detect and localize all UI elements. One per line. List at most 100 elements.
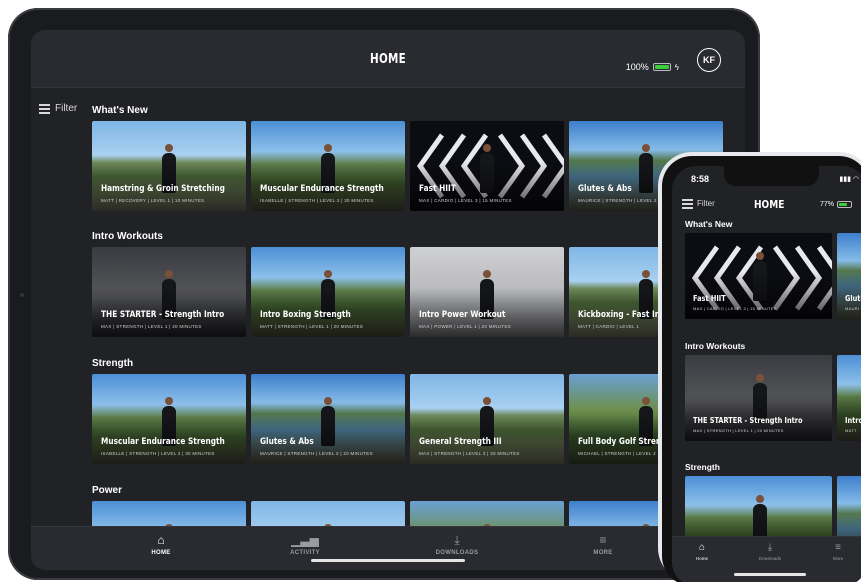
tab-downloads[interactable]: ⤓ DOWNLOADS bbox=[417, 533, 497, 556]
tab-downloads[interactable]: ⤓ Downloads bbox=[750, 542, 790, 561]
workout-meta: MAX | STRENGTH | LEVEL 1 | 20 MINUTES bbox=[101, 324, 202, 329]
workout-meta: MAX | CARDIO | LEVEL 3 | 15 MINUTES bbox=[693, 306, 777, 311]
workout-meta: MATT | STRENGTH | LEVEL 1 | 20 MINUTES bbox=[260, 324, 364, 329]
avatar[interactable]: KF bbox=[697, 48, 721, 72]
tab-home[interactable]: ⌂ Home bbox=[682, 542, 722, 561]
tab-bar: ⌂ Home ⤓ Downloads ≡ More bbox=[672, 536, 861, 582]
iphone-screen: 8:58 ▮▮▮ ◠ Filter HOME 77% What's New Fas… bbox=[672, 166, 861, 582]
workout-meta: MAX | STRENGTH | LEVEL 3 | 20 MINUTES bbox=[419, 451, 520, 456]
more-icon: ≡ bbox=[599, 533, 607, 547]
workout-title: Hamstring & Groin Stretching bbox=[101, 184, 225, 194]
device-mockup: HOME 100% ϟ KF Filter What's New Hamstrin… bbox=[0, 0, 861, 582]
section-title: Intro Workouts bbox=[92, 231, 163, 242]
iphone-bezel: 8:58 ▮▮▮ ◠ Filter HOME 77% What's New Fas… bbox=[662, 156, 861, 582]
tab-activity[interactable]: ▁▃▅ ACTIVITY bbox=[265, 533, 345, 556]
tab-label: Home bbox=[695, 556, 708, 561]
signal-wifi-icon: ▮▮▮ ◠ bbox=[839, 176, 859, 183]
workout-card[interactable]: Intro Power Workout MAX | POWER | LEVEL 1… bbox=[410, 247, 564, 337]
tab-more[interactable]: ≡ MORE bbox=[563, 533, 643, 556]
home-indicator bbox=[734, 573, 806, 576]
workout-meta: MAURICE | STRENGTH | LEVEL 2 | 20 MINUTE… bbox=[260, 451, 373, 456]
battery-status: 77% bbox=[820, 201, 853, 208]
workout-carousel[interactable]: Hamstring & Groin Stretching MATT | RECOV… bbox=[92, 121, 723, 211]
filter-button[interactable]: Filter bbox=[39, 103, 77, 114]
workout-title: Glute bbox=[845, 294, 861, 303]
download-icon: ⤓ bbox=[454, 533, 460, 547]
download-icon: ⤓ bbox=[767, 542, 773, 553]
tab-more[interactable]: ≡ More bbox=[818, 542, 858, 561]
workout-meta: ISABELLE | STRENGTH | LEVEL 2 | 30 MINUT… bbox=[260, 198, 374, 203]
section-title: What's New bbox=[685, 219, 733, 229]
more-icon: ≡ bbox=[835, 542, 841, 553]
workout-carousel[interactable]: Muscular Endurance Strength ISABELLE | ST… bbox=[92, 374, 723, 464]
workout-card[interactable]: General Strength III MAX | STRENGTH | LEV… bbox=[410, 374, 564, 464]
workout-title: Glutes & Abs bbox=[578, 184, 632, 194]
tab-label: HOME bbox=[151, 550, 171, 556]
workout-card[interactable]: Intro Boxing Strength MATT | STRENGTH | L… bbox=[251, 247, 405, 337]
workout-carousel[interactable]: THE STARTER - Strength Intro MAX | STRENG… bbox=[685, 355, 861, 441]
filter-label: Filter bbox=[697, 199, 715, 208]
tab-home[interactable]: ⌂ HOME bbox=[121, 533, 201, 556]
battery-status: 100% ϟ bbox=[626, 62, 679, 72]
notch bbox=[724, 166, 819, 186]
filter-icon bbox=[39, 104, 50, 114]
tab-label: DOWNLOADS bbox=[435, 550, 479, 556]
ipad-device: HOME 100% ϟ KF Filter What's New Hamstrin… bbox=[8, 8, 760, 580]
workout-meta: MATT | CARDIO | LEVEL 1 bbox=[578, 324, 640, 329]
tab-label: Downloads bbox=[758, 556, 782, 561]
section-title: Intro Workouts bbox=[685, 341, 746, 351]
workout-title: THE STARTER - Strength Intro bbox=[101, 310, 225, 320]
workout-meta: MAURI bbox=[845, 306, 860, 311]
tab-bar: ⌂ HOME ▁▃▅ ACTIVITY ⤓ DOWNLOADS ≡ MORE bbox=[31, 526, 745, 570]
filter-label: Filter bbox=[55, 103, 78, 114]
section-title: Power bbox=[92, 485, 123, 496]
workout-title: Fast HIIT bbox=[693, 294, 726, 303]
workout-meta: ISABELLE | STRENGTH | LEVEL 2 | 30 MINUT… bbox=[101, 451, 215, 456]
workout-meta: MAURICE | STRENGTH | LEVEL 2 bbox=[578, 198, 657, 203]
workout-card[interactable]: Fast HIIT MAX | CARDIO | LEVEL 3 | 15 MIN… bbox=[410, 121, 564, 211]
home-icon: ⌂ bbox=[157, 533, 165, 547]
app-header: HOME 100% ϟ KF bbox=[31, 30, 745, 88]
filter-icon bbox=[682, 199, 693, 209]
app-header: Filter HOME 77% bbox=[672, 188, 861, 218]
tab-label: More bbox=[832, 556, 844, 561]
workout-title: Fast HIIT bbox=[419, 184, 456, 194]
workout-title: Intro Boxing Strength bbox=[260, 310, 351, 320]
workout-card[interactable]: Fast HIIT MAX | CARDIO | LEVEL 3 | 15 MIN… bbox=[685, 233, 832, 319]
tab-label: ACTIVITY bbox=[290, 550, 320, 556]
workout-title: Glutes & Abs bbox=[260, 437, 314, 447]
workout-card[interactable]: Muscular Endurance Strength ISABELLE | ST… bbox=[251, 121, 405, 211]
section-title: Strength bbox=[92, 358, 134, 369]
workout-title: Muscular Endurance Strength bbox=[260, 184, 384, 194]
status-time: 8:58 bbox=[691, 174, 710, 184]
workout-title: THE STARTER - Strength Intro bbox=[693, 416, 803, 425]
camera-dot bbox=[20, 293, 24, 297]
filter-button[interactable]: Filter bbox=[682, 199, 715, 209]
workout-meta: MATT bbox=[845, 428, 857, 433]
section-title: What's New bbox=[92, 105, 148, 116]
workout-meta: MAX | STRENGTH | LEVEL 1 | 20 MINUTES bbox=[693, 428, 784, 433]
workout-card[interactable]: Muscular Endurance Strength ISABELLE | ST… bbox=[92, 374, 246, 464]
workout-carousel[interactable]: THE STARTER - Strength Intro MAX | STRENG… bbox=[92, 247, 723, 337]
ipad-screen: HOME 100% ϟ KF Filter What's New Hamstrin… bbox=[31, 30, 745, 570]
iphone-device: 8:58 ▮▮▮ ◠ Filter HOME 77% What's New Fas… bbox=[658, 152, 861, 582]
workout-card[interactable]: Intro MATT bbox=[837, 355, 861, 441]
workout-card[interactable]: Hamstring & Groin Stretching MATT | RECOV… bbox=[92, 121, 246, 211]
workout-card[interactable]: THE STARTER - Strength Intro MAX | STRENG… bbox=[92, 247, 246, 337]
workout-meta: MAX | CARDIO | LEVEL 3 | 15 MINUTES bbox=[419, 198, 512, 203]
workout-card[interactable]: Glute MAURI bbox=[837, 233, 861, 319]
page-title: HOME bbox=[370, 52, 406, 67]
workout-card[interactable]: THE STARTER - Strength Intro MAX | STRENG… bbox=[685, 355, 832, 441]
charging-icon: ϟ bbox=[674, 62, 679, 72]
workout-title: Intro bbox=[845, 416, 861, 425]
workout-card[interactable]: Glutes & Abs MAURICE | STRENGTH | LEVEL 2… bbox=[251, 374, 405, 464]
activity-icon: ▁▃▅ bbox=[291, 533, 319, 547]
home-indicator bbox=[311, 559, 465, 562]
workout-title: Intro Power Workout bbox=[419, 310, 506, 320]
workout-carousel[interactable]: Fast HIIT MAX | CARDIO | LEVEL 3 | 15 MIN… bbox=[685, 233, 861, 319]
workout-title: General Strength III bbox=[419, 437, 502, 447]
page-title: HOME bbox=[754, 198, 785, 211]
battery-icon bbox=[837, 201, 853, 208]
workout-meta: MICHAEL | STRENGTH | LEVEL 2 bbox=[578, 451, 656, 456]
workout-meta: MAX | POWER | LEVEL 1 | 20 MINUTES bbox=[419, 324, 512, 329]
